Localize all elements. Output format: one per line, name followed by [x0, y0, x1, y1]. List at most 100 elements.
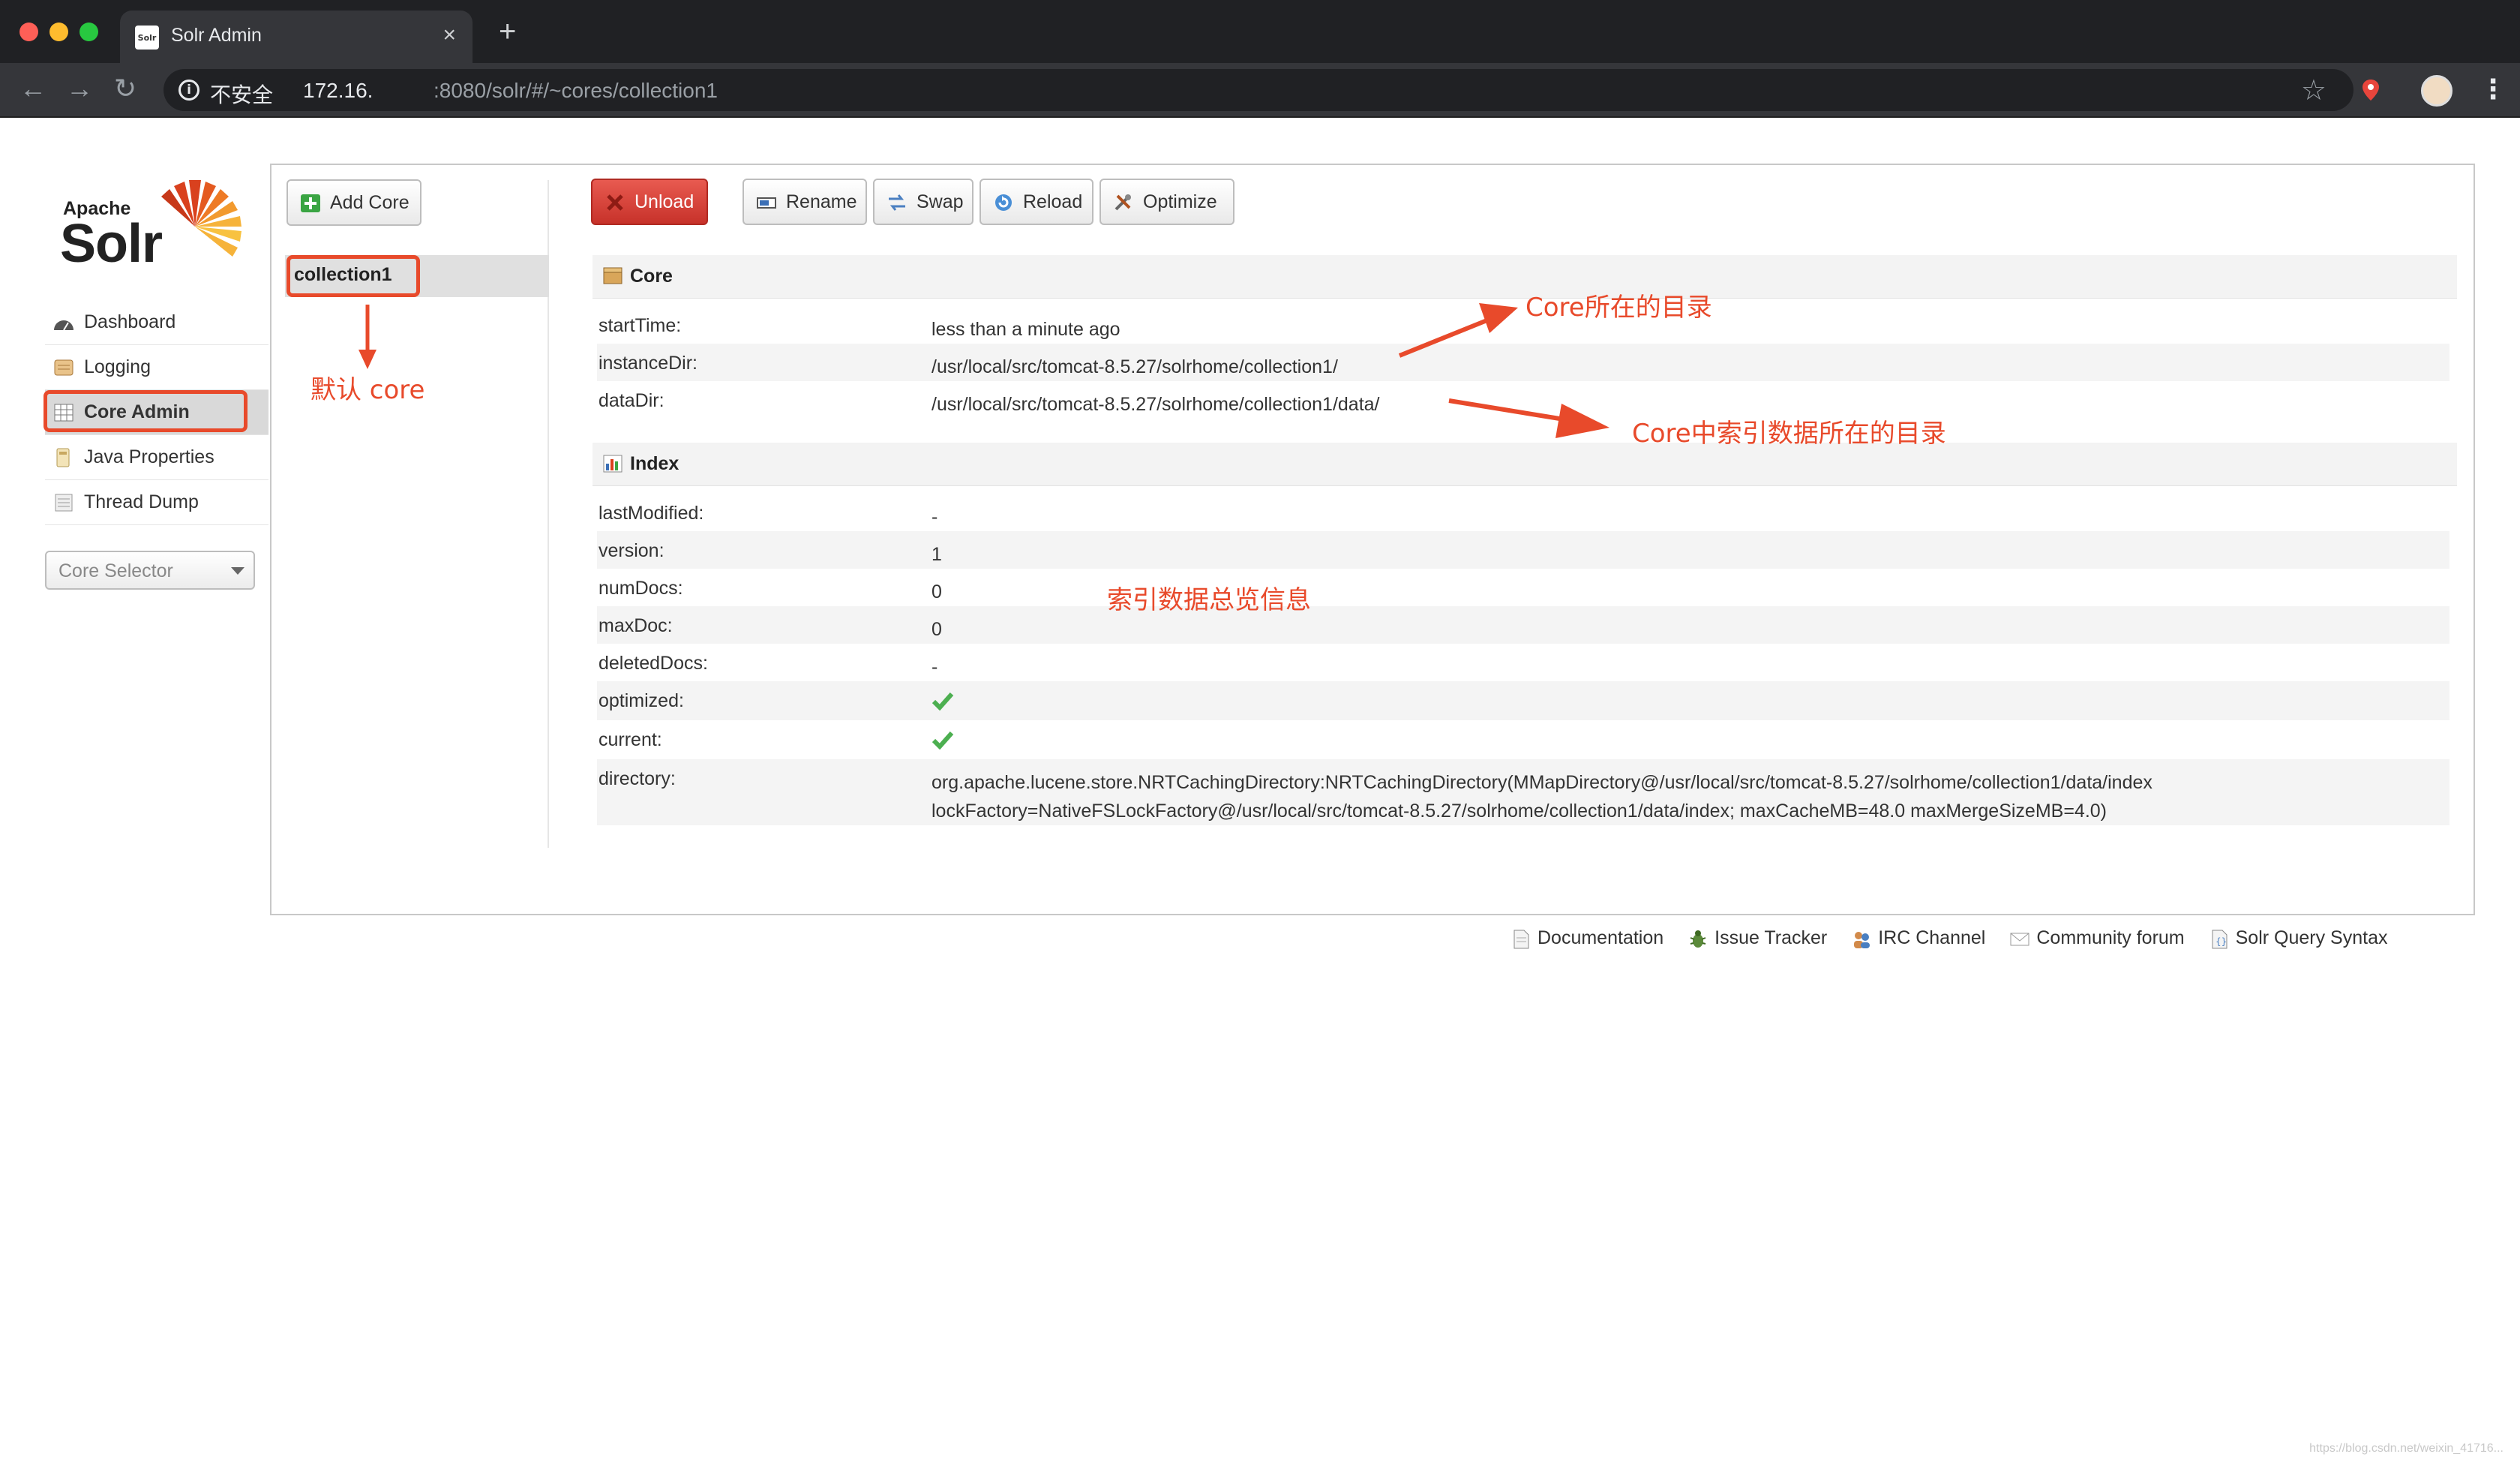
sidebar-item-dashboard[interactable]: Dashboard	[45, 300, 268, 345]
row-key: optimized:	[598, 690, 684, 711]
green-check-icon	[932, 692, 954, 710]
index-row-numdocs: numDocs: 0	[597, 569, 2450, 606]
optimize-button[interactable]: Optimize	[1100, 179, 1234, 225]
sidebar-item-label: Thread Dump	[84, 491, 199, 512]
sidebar-item-label: Dashboard	[84, 311, 176, 332]
footer-link-issue-tracker[interactable]: Issue Tracker	[1684, 921, 1827, 954]
footer-link-label: Issue Tracker	[1714, 927, 1828, 948]
row-value: -	[932, 506, 938, 527]
core-box-icon	[603, 267, 622, 284]
row-key: deletedDocs:	[598, 653, 708, 674]
bookmark-star-icon[interactable]: ☆	[2301, 74, 2326, 107]
sidebar-item-logging[interactable]: Logging	[45, 345, 268, 390]
footer-link-documentation[interactable]: Documentation	[1508, 921, 1664, 954]
core-selector-dropdown[interactable]: Core Selector	[45, 551, 255, 590]
footer-link-solr-query-syntax[interactable]: {} Solr Query Syntax	[2206, 921, 2387, 954]
rename-label: Rename	[786, 191, 857, 212]
row-key: maxDoc:	[598, 615, 673, 636]
back-arrow-icon[interactable]: ←	[20, 74, 46, 104]
reload-core-icon	[995, 194, 1012, 211]
bug-icon	[1690, 930, 1706, 948]
core-section-header: Core	[592, 255, 2457, 299]
unload-button[interactable]: Unload	[591, 179, 708, 225]
forward-arrow-icon[interactable]: →	[66, 74, 93, 104]
browser-menu-icon[interactable]: ⋮	[2480, 74, 2506, 105]
default-core-highlight-box	[286, 255, 420, 297]
irc-icon	[1854, 932, 1870, 948]
index-row-current: current:	[597, 720, 2450, 759]
tools-icon	[1114, 194, 1131, 211]
address-bar[interactable]: i 不安全 172.16. :8080/solr/#/~cores/collec…	[164, 69, 2354, 111]
thread-dump-icon	[55, 494, 73, 512]
reload-icon[interactable]: ↻	[114, 74, 136, 104]
annotation-default-core: 默认 core	[310, 375, 425, 405]
window-close-button[interactable]	[20, 23, 38, 41]
solr-sun-icon	[161, 180, 242, 257]
core-row-instancedir: instanceDir: /usr/local/src/tomcat-8.5.2…	[597, 344, 2450, 381]
swap-button[interactable]: Swap	[873, 179, 974, 225]
rename-button[interactable]: Rename	[742, 179, 867, 225]
chevron-down-icon	[231, 567, 244, 575]
row-key: directory:	[598, 768, 676, 789]
solr-favicon-icon: Solr	[135, 26, 159, 50]
index-section-header: Index	[592, 443, 2457, 486]
documentation-icon	[1514, 930, 1529, 949]
browser-tab-bar: Solr Solr Admin × +	[0, 0, 2520, 63]
window-minimize-button[interactable]	[50, 23, 68, 41]
row-key: instanceDir:	[598, 353, 698, 374]
sidebar-item-label: Logging	[84, 356, 151, 377]
index-row-maxdoc: maxDoc: 0	[597, 606, 2450, 644]
annotation-index-overview: 索引数据总览信息	[1107, 585, 1311, 615]
index-row-lastmodified: lastModified: -	[597, 494, 2450, 531]
bar-chart-icon	[603, 455, 622, 473]
row-key: lastModified:	[598, 503, 704, 524]
browser-tab[interactable]: Solr Solr Admin ×	[120, 11, 472, 63]
footer-link-community-forum[interactable]: Community forum	[2006, 921, 2185, 954]
solr-logo[interactable]: Apache Solr	[58, 174, 246, 274]
url-host: 172.16.	[303, 79, 374, 102]
unload-label: Unload	[634, 191, 694, 212]
core-row-starttime: startTime: less than a minute ago	[597, 306, 2450, 344]
plus-icon	[301, 194, 320, 212]
profile-avatar[interactable]	[2421, 75, 2452, 107]
sidebar-item-thread-dump[interactable]: Thread Dump	[45, 480, 268, 525]
index-row-directory: directory: org.apache.lucene.store.NRTCa…	[597, 759, 2450, 825]
row-key: version:	[598, 540, 664, 561]
reload-label: Reload	[1023, 191, 1083, 212]
reload-button[interactable]: Reload	[980, 179, 1094, 225]
footer-links: Documentation Issue Tracker IRC Channel …	[1508, 921, 2408, 954]
footer-link-irc-channel[interactable]: IRC Channel	[1848, 921, 1985, 954]
footer-link-label: IRC Channel	[1878, 927, 1986, 948]
index-section-title: Index	[630, 453, 680, 474]
rename-icon	[757, 197, 776, 209]
watermark: https://blog.csdn.net/weixin_41716...	[2309, 1442, 2504, 1455]
annotation-index-dir: Core中索引数据所在的目录	[1632, 419, 1946, 449]
index-row-version: version: 1	[597, 531, 2450, 569]
row-value: -	[932, 656, 938, 677]
row-value: 1	[932, 544, 942, 565]
new-tab-icon[interactable]: +	[499, 17, 516, 47]
row-value: org.apache.lucene.store.NRTCachingDirect…	[932, 759, 2450, 825]
unload-x-icon	[607, 194, 623, 211]
info-icon[interactable]: i	[178, 80, 200, 101]
query-syntax-icon: {}	[2212, 930, 2228, 949]
tab-close-icon[interactable]: ×	[442, 23, 456, 48]
insecure-label: 不安全	[210, 83, 274, 107]
url-path: :8080/solr/#/~cores/collection1	[434, 79, 718, 102]
footer-link-label: Community forum	[2036, 927, 2185, 948]
footer-link-label: Documentation	[1538, 927, 1664, 948]
add-core-button[interactable]: Add Core	[286, 179, 422, 226]
core-section-title: Core	[630, 266, 673, 287]
logging-icon	[54, 359, 74, 376]
directory-line-1: org.apache.lucene.store.NRTCachingDirect…	[932, 772, 2152, 793]
swap-label: Swap	[916, 191, 964, 212]
window-maximize-button[interactable]	[80, 23, 98, 41]
index-row-deleteddocs: deletedDocs: -	[597, 644, 2450, 681]
sidebar-item-java-properties[interactable]: Java Properties	[45, 435, 268, 480]
core-row-datadir: dataDir: /usr/local/src/tomcat-8.5.27/so…	[597, 381, 2450, 419]
location-extension-icon[interactable]	[2360, 78, 2382, 102]
row-key: numDocs:	[598, 578, 683, 599]
tab-title: Solr Admin	[171, 25, 262, 46]
index-row-optimized: optimized:	[597, 681, 2450, 720]
core-selector-placeholder: Core Selector	[58, 560, 173, 581]
